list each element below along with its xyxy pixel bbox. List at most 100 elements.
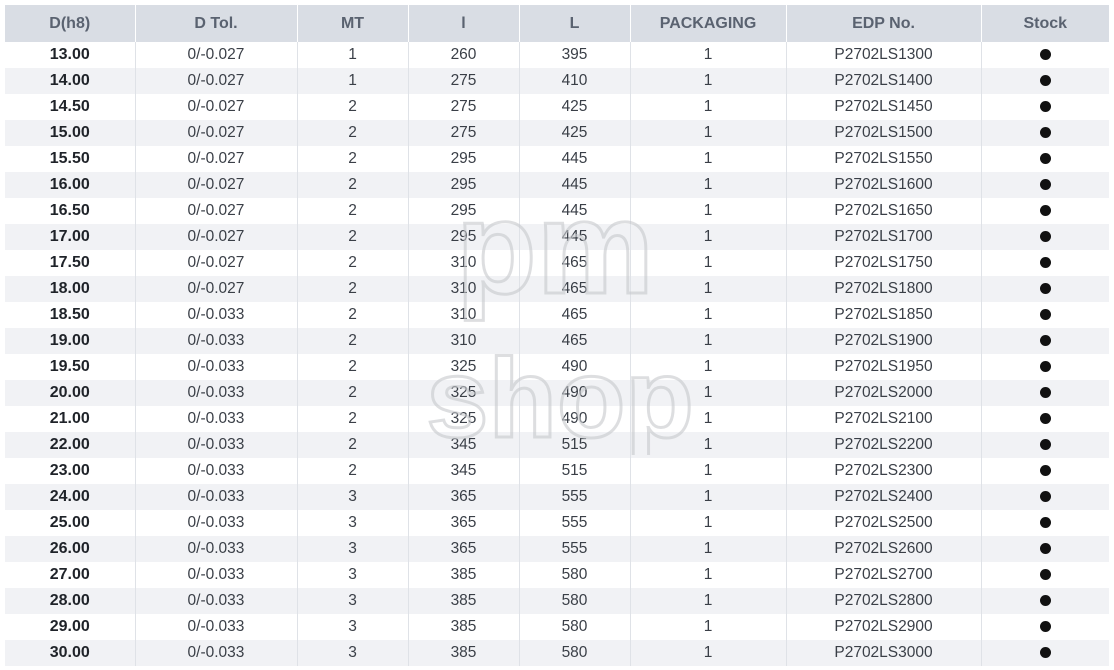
cell-stock — [981, 172, 1109, 198]
header-l-large[interactable]: L — [519, 5, 631, 42]
cell-l-large: 490 — [519, 354, 631, 380]
cell-edp-no: P2702LS1800 — [786, 276, 982, 302]
cell-stock — [981, 328, 1109, 354]
cell-l-large: 580 — [519, 588, 631, 614]
table-row[interactable]: 14.00 0/-0.027 1 275 410 1 P2702LS1400 — [5, 68, 1109, 94]
cell-l-large: 395 — [519, 42, 631, 68]
cell-d-h8: 14.50 — [5, 94, 136, 120]
table-row[interactable]: 15.00 0/-0.027 2 275 425 1 P2702LS1500 — [5, 120, 1109, 146]
cell-d-tol: 0/-0.033 — [135, 588, 298, 614]
cell-mt: 2 — [297, 276, 409, 302]
table-row[interactable]: 18.50 0/-0.033 2 310 465 1 P2702LS1850 — [5, 302, 1109, 328]
header-l-small[interactable]: l — [408, 5, 520, 42]
cell-stock — [981, 94, 1109, 120]
cell-stock — [981, 354, 1109, 380]
cell-d-h8: 26.00 — [5, 536, 136, 562]
cell-edp-no: P2702LS2700 — [786, 562, 982, 588]
table-row[interactable]: 24.00 0/-0.033 3 365 555 1 P2702LS2400 — [5, 484, 1109, 510]
product-table: D(h8) D Tol. MT l L PACKAGING EDP No. St… — [5, 5, 1109, 666]
cell-mt: 2 — [297, 250, 409, 276]
cell-packaging: 1 — [630, 484, 787, 510]
cell-stock — [981, 120, 1109, 146]
cell-l-small: 275 — [408, 94, 520, 120]
cell-packaging: 1 — [630, 328, 787, 354]
cell-mt: 2 — [297, 198, 409, 224]
cell-packaging: 1 — [630, 640, 787, 666]
cell-l-small: 310 — [408, 276, 520, 302]
cell-stock — [981, 510, 1109, 536]
table-row[interactable]: 22.00 0/-0.033 2 345 515 1 P2702LS2200 — [5, 432, 1109, 458]
cell-l-small: 295 — [408, 172, 520, 198]
cell-d-tol: 0/-0.033 — [135, 614, 298, 640]
header-stock[interactable]: Stock — [981, 5, 1109, 42]
table-row[interactable]: 16.50 0/-0.027 2 295 445 1 P2702LS1650 — [5, 198, 1109, 224]
cell-d-tol: 0/-0.027 — [135, 68, 298, 94]
in-stock-dot-icon — [1039, 283, 1051, 295]
table-row[interactable]: 13.00 0/-0.027 1 260 395 1 P2702LS1300 — [5, 42, 1109, 68]
in-stock-dot-icon — [1039, 335, 1051, 347]
cell-l-large: 465 — [519, 302, 631, 328]
cell-d-h8: 19.50 — [5, 354, 136, 380]
cell-d-tol: 0/-0.033 — [135, 510, 298, 536]
header-d-tol[interactable]: D Tol. — [135, 5, 298, 42]
cell-d-h8: 18.00 — [5, 276, 136, 302]
cell-l-large: 555 — [519, 484, 631, 510]
table-row[interactable]: 19.00 0/-0.033 2 310 465 1 P2702LS1900 — [5, 328, 1109, 354]
cell-l-large: 445 — [519, 146, 631, 172]
cell-l-large: 580 — [519, 640, 631, 666]
table-row[interactable]: 15.50 0/-0.027 2 295 445 1 P2702LS1550 — [5, 146, 1109, 172]
cell-edp-no: P2702LS1700 — [786, 224, 982, 250]
cell-stock — [981, 198, 1109, 224]
table-row[interactable]: 18.00 0/-0.027 2 310 465 1 P2702LS1800 — [5, 276, 1109, 302]
cell-d-tol: 0/-0.033 — [135, 562, 298, 588]
cell-d-tol: 0/-0.027 — [135, 198, 298, 224]
cell-packaging: 1 — [630, 406, 787, 432]
header-d-h8[interactable]: D(h8) — [5, 5, 136, 42]
cell-l-large: 425 — [519, 120, 631, 146]
cell-l-small: 310 — [408, 302, 520, 328]
cell-l-small: 345 — [408, 432, 520, 458]
cell-mt: 2 — [297, 458, 409, 484]
cell-mt: 3 — [297, 614, 409, 640]
cell-d-h8: 17.00 — [5, 224, 136, 250]
table-row[interactable]: 25.00 0/-0.033 3 365 555 1 P2702LS2500 — [5, 510, 1109, 536]
cell-d-h8: 15.00 — [5, 120, 136, 146]
cell-l-large: 490 — [519, 406, 631, 432]
cell-l-small: 365 — [408, 484, 520, 510]
table-row[interactable]: 26.00 0/-0.033 3 365 555 1 P2702LS2600 — [5, 536, 1109, 562]
table-row[interactable]: 14.50 0/-0.027 2 275 425 1 P2702LS1450 — [5, 94, 1109, 120]
table-row[interactable]: 17.00 0/-0.027 2 295 445 1 P2702LS1700 — [5, 224, 1109, 250]
table-row[interactable]: 20.00 0/-0.033 2 325 490 1 P2702LS2000 — [5, 380, 1109, 406]
cell-packaging: 1 — [630, 224, 787, 250]
table-row[interactable]: 19.50 0/-0.033 2 325 490 1 P2702LS1950 — [5, 354, 1109, 380]
cell-d-tol: 0/-0.033 — [135, 354, 298, 380]
cell-stock — [981, 250, 1109, 276]
header-mt[interactable]: MT — [297, 5, 409, 42]
cell-d-h8: 24.00 — [5, 484, 136, 510]
cell-packaging: 1 — [630, 510, 787, 536]
cell-edp-no: P2702LS2000 — [786, 380, 982, 406]
cell-l-small: 365 — [408, 536, 520, 562]
table-row[interactable]: 21.00 0/-0.033 2 325 490 1 P2702LS2100 — [5, 406, 1109, 432]
cell-packaging: 1 — [630, 68, 787, 94]
table-row[interactable]: 27.00 0/-0.033 3 385 580 1 P2702LS2700 — [5, 562, 1109, 588]
cell-stock — [981, 42, 1109, 68]
cell-d-tol: 0/-0.027 — [135, 42, 298, 68]
cell-l-large: 465 — [519, 276, 631, 302]
cell-d-tol: 0/-0.033 — [135, 406, 298, 432]
table-row[interactable]: 28.00 0/-0.033 3 385 580 1 P2702LS2800 — [5, 588, 1109, 614]
cell-mt: 1 — [297, 42, 409, 68]
in-stock-dot-icon — [1039, 179, 1051, 191]
in-stock-dot-icon — [1039, 413, 1051, 425]
cell-mt: 3 — [297, 640, 409, 666]
cell-edp-no: P2702LS2500 — [786, 510, 982, 536]
table-row[interactable]: 17.50 0/-0.027 2 310 465 1 P2702LS1750 — [5, 250, 1109, 276]
header-edp-no[interactable]: EDP No. — [786, 5, 982, 42]
in-stock-dot-icon — [1039, 517, 1051, 529]
table-row[interactable]: 23.00 0/-0.033 2 345 515 1 P2702LS2300 — [5, 458, 1109, 484]
table-row[interactable]: 29.00 0/-0.033 3 385 580 1 P2702LS2900 — [5, 614, 1109, 640]
header-packaging[interactable]: PACKAGING — [630, 5, 787, 42]
table-row[interactable]: 16.00 0/-0.027 2 295 445 1 P2702LS1600 — [5, 172, 1109, 198]
table-row[interactable]: 30.00 0/-0.033 3 385 580 1 P2702LS3000 — [5, 640, 1109, 666]
cell-l-large: 465 — [519, 250, 631, 276]
